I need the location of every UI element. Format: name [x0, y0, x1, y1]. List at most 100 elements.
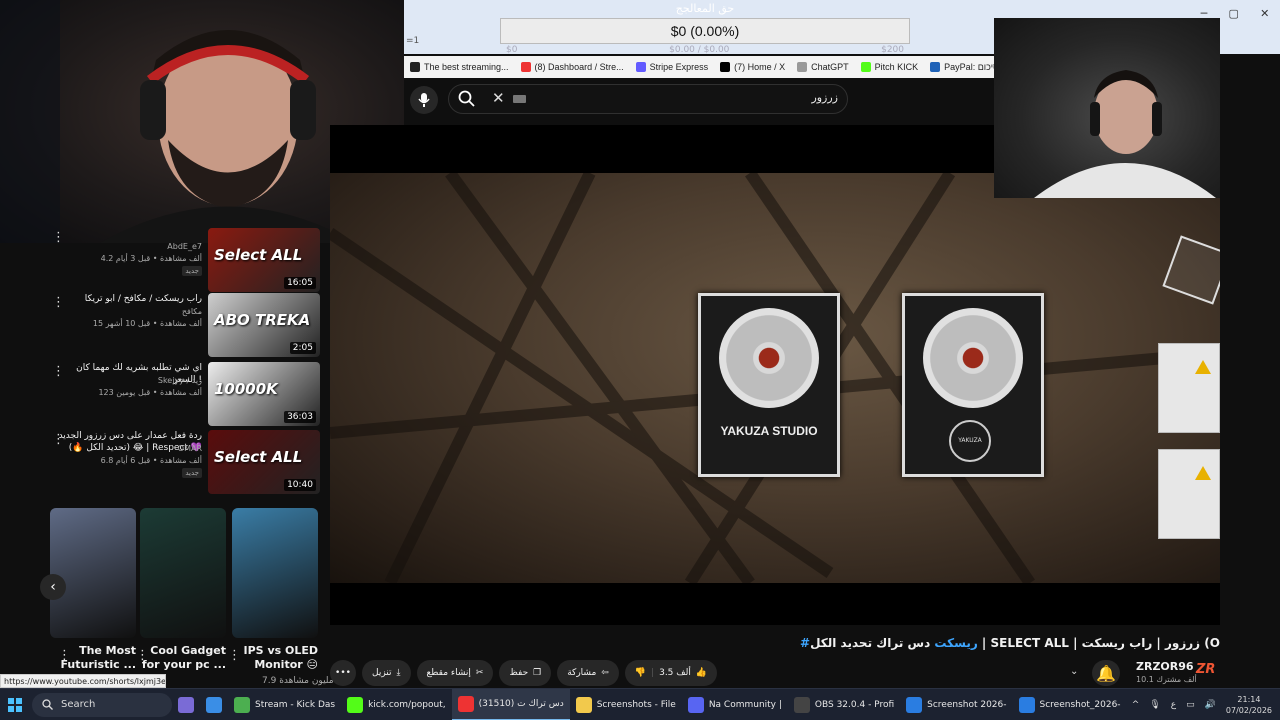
taskbar-app-store[interactable]	[172, 689, 200, 720]
channel-name[interactable]: مكافح	[52, 307, 202, 316]
system-tray: ^ 🎙 ع ▭ 🔊 21:14 07/02/2026	[1132, 689, 1272, 720]
more-vert-icon[interactable]: ⋮	[58, 648, 71, 663]
maximize-icon[interactable]: ▢	[1229, 7, 1239, 20]
shorts-prev-button[interactable]: ‹	[40, 574, 66, 600]
search-icon	[42, 699, 53, 710]
guest-webcam	[994, 18, 1220, 198]
bookmark-item[interactable]: ChatGPT	[797, 62, 849, 72]
video-title: #ريسكت دس تراك تحديد الكل | SELECT ALL |…	[800, 636, 1220, 650]
short-thumbnail[interactable]	[140, 508, 226, 638]
recommended-video[interactable]: Select ALL 16:05 AbdE_e7 4.2 ألف مشاهدة • ق…	[48, 228, 320, 292]
taskbar-app[interactable]: Na Community |	[682, 689, 788, 720]
bookmark-item[interactable]: (7) Home / X	[720, 62, 785, 72]
more-actions-button[interactable]: •••	[330, 660, 356, 686]
channel-name[interactable]: AbdE_e7	[52, 242, 202, 251]
video-thumbnail[interactable]: ABO TREKA 2:05	[208, 293, 320, 357]
video-title[interactable]: راب ريسكت / مكافح / ابو تريكا	[52, 293, 202, 305]
channel-row: ⌄ 🔔 ZRZOR96 10.1 ألف مشترك ZR	[1070, 658, 1220, 688]
subscribe-bell-button[interactable]: 🔔	[1092, 660, 1120, 686]
short-thumbnail[interactable]	[50, 508, 136, 638]
language-indicator[interactable]: ع	[1171, 700, 1176, 710]
channel-avatar[interactable]: ZR	[1196, 662, 1218, 684]
taskbar-app[interactable]: Screenshot_2026-	[1013, 689, 1127, 720]
plaque-right: YAKUZA	[902, 293, 1044, 477]
bookmark-item[interactable]: The best streaming...	[410, 62, 509, 72]
more-vert-icon[interactable]: ⋮	[52, 230, 65, 245]
taskbar-search[interactable]: Search	[32, 692, 172, 717]
network-icon[interactable]: ▭	[1186, 700, 1195, 710]
close-window-icon[interactable]: ✕	[1260, 7, 1269, 20]
bookmark-label: ChatGPT	[811, 62, 849, 72]
scissors-icon: ✂	[475, 668, 484, 678]
clock[interactable]: 21:14 07/02/2026	[1226, 694, 1272, 716]
mic-icon[interactable]: 🎙	[1149, 700, 1160, 710]
volume-icon[interactable]: 🔊	[1205, 700, 1216, 710]
voice-search-button[interactable]	[410, 86, 438, 114]
goal-left: $0	[506, 45, 518, 55]
taskbar-apps: Stream - Kick Das kick.com/popout, (31510)…	[228, 688, 1127, 720]
plaque-left-label: YAKUZA STUDIO	[720, 424, 818, 438]
taskbar-app[interactable]: Stream - Kick Das	[228, 689, 341, 720]
save-button[interactable]: حفظ ❐	[499, 660, 552, 686]
close-icon[interactable]: ✕	[492, 89, 505, 107]
recommended-video[interactable]: Select ALL 10:40 ردة فعل عمدار على دس زرزو…	[48, 430, 320, 494]
app-icon	[347, 696, 364, 713]
video-thumbnail[interactable]: Select ALL 16:05	[208, 228, 320, 292]
like-icon[interactable]: 👍	[696, 668, 707, 678]
new-badge: جديد	[182, 266, 202, 276]
recommended-video[interactable]: ABO TREKA 2:05 راب ريسكت / مكافح / ابو تري…	[48, 293, 320, 357]
more-vert-icon[interactable]: ⋮	[52, 432, 65, 447]
chevron-up-icon[interactable]: ^	[1132, 700, 1140, 710]
more-vert-icon[interactable]: ⋮	[228, 648, 241, 663]
bookmark-item[interactable]: Stripe Express	[635, 62, 709, 72]
goal-center: $0.00 / $0.00	[669, 45, 730, 55]
keyboard-icon[interactable]	[513, 95, 526, 103]
channel-name[interactable]: Skeiyy / زيد	[52, 376, 202, 385]
bookmark-item[interactable]: Pitch KICK	[860, 62, 918, 72]
chevron-down-icon[interactable]: ⌄	[1070, 666, 1078, 677]
short-title[interactable]: IPS vs OLED Monitor 😑	[232, 644, 318, 672]
bookmark-favicon-icon	[410, 62, 420, 72]
taskbar-app[interactable]: (31510) دس تراك ت	[451, 688, 570, 720]
channel-name[interactable]: OMAR	[52, 444, 202, 453]
guest-figure	[1034, 70, 1216, 198]
clock-time: 21:14	[1237, 695, 1261, 704]
search-icon[interactable]	[458, 90, 476, 108]
share-button[interactable]: مشاركة ⇦	[557, 660, 619, 686]
taskbar-app[interactable]: OBS 32.0.4 - Profi	[788, 689, 900, 720]
more-vert-icon[interactable]: ⋮	[52, 295, 65, 310]
taskbar-app[interactable]: kick.com/popout,	[341, 689, 452, 720]
share-label: مشاركة	[567, 668, 597, 678]
taskbar-app[interactable]: Screenshot 2026-	[900, 689, 1012, 720]
store-icon	[178, 696, 194, 713]
thumbnail-text: Select ALL	[214, 448, 303, 466]
plaque-right-seal: YAKUZA	[949, 420, 991, 462]
video-meta: 4.2 ألف مشاهدة • قبل 3 أيام	[100, 254, 202, 263]
bookmark-item[interactable]: PayPal: סיכום	[930, 62, 994, 72]
dislike-icon[interactable]: 👎	[635, 668, 646, 678]
video-player[interactable]: YAKUZA STUDIO YAKUZA	[330, 125, 1220, 625]
bookmark-label: (8) Dashboard / Stre...	[534, 62, 624, 72]
video-thumbnail[interactable]: 10000K 36:03	[208, 362, 320, 426]
taskbar-app-photos[interactable]	[200, 689, 228, 720]
bookmark-item[interactable]: (8) Dashboard / Stre...	[520, 62, 624, 72]
download-label: تنزيل	[372, 668, 392, 678]
taskbar-app-label: Stream - Kick Das	[255, 699, 336, 710]
short-title[interactable]: Cool Gadget for your pc ...	[140, 644, 226, 672]
clip-button[interactable]: إنشاء مقطع ✂	[416, 660, 494, 686]
video-thumbnail[interactable]: Select ALL 10:40	[208, 430, 320, 494]
recommended-video[interactable]: 10000K 36:03 اي شي تطلبه بشريه لك مهما كان…	[48, 362, 320, 426]
start-button[interactable]	[0, 689, 30, 720]
download-button[interactable]: تنزيل ⤓	[362, 660, 411, 686]
bookmark-favicon-icon	[720, 62, 731, 72]
more-vert-icon[interactable]: ⋮	[52, 364, 65, 379]
taskbar-app[interactable]: Screenshots - File	[570, 689, 682, 720]
search-input[interactable]: زرزور	[760, 91, 838, 104]
bookmark-label: Stripe Express	[649, 62, 709, 72]
mic-icon	[418, 93, 430, 107]
video-meta: 6.8 ألف مشاهدة • قبل 6 أيام	[100, 456, 202, 465]
more-vert-icon[interactable]: ⋮	[136, 648, 149, 663]
thumbnail-text: Select ALL	[214, 246, 303, 264]
channel-name[interactable]: ZRZOR96	[1136, 660, 1194, 673]
short-thumbnail[interactable]	[232, 508, 318, 638]
